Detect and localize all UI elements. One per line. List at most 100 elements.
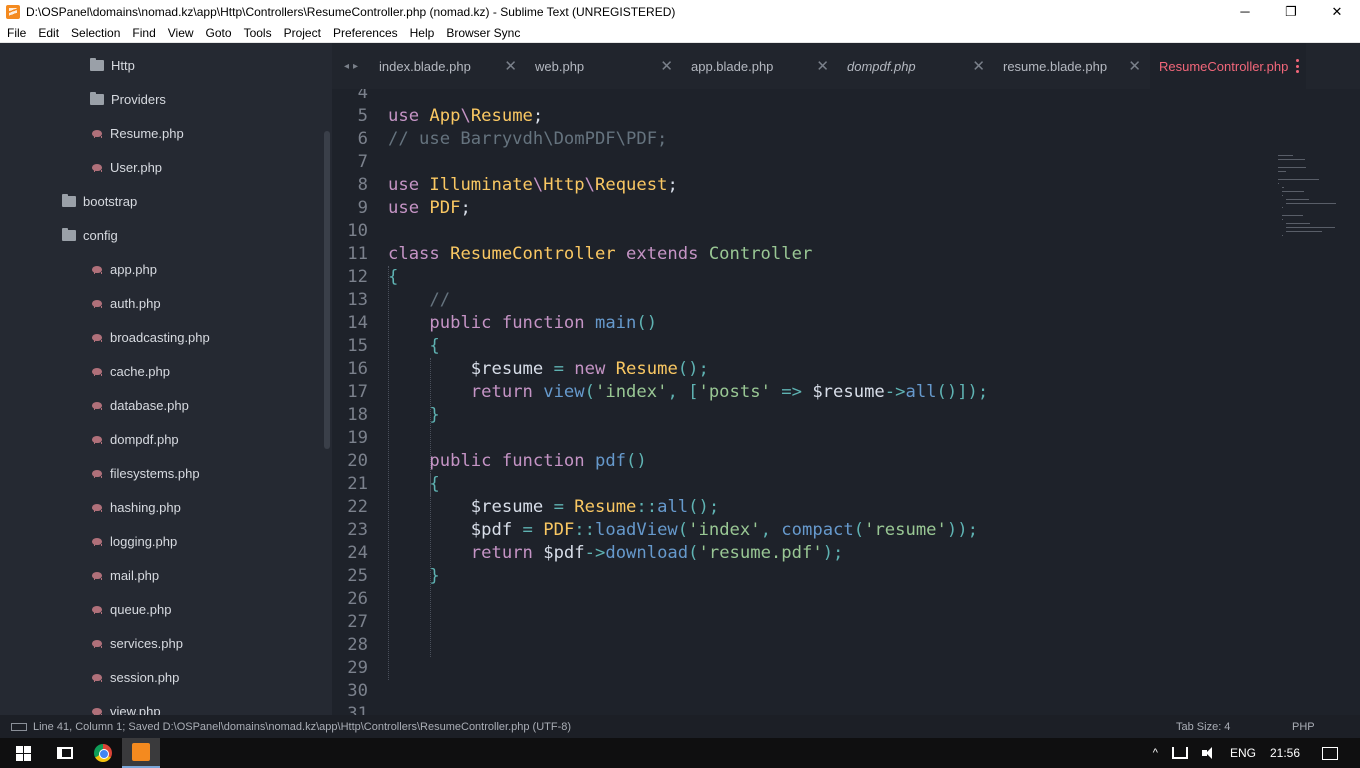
sidebar-item-label: mail.php: [110, 567, 160, 583]
menu-item-project[interactable]: Project: [278, 26, 327, 40]
menu-item-find[interactable]: Find: [126, 26, 161, 40]
line-number: 24: [347, 543, 368, 563]
minimap-line: [1278, 179, 1319, 180]
sidebar-file[interactable]: mail.php: [0, 558, 322, 592]
close-tab-icon[interactable]: ✕: [972, 57, 985, 75]
volume-icon[interactable]: [1201, 747, 1216, 759]
sidebar-file[interactable]: logging.php: [0, 524, 322, 558]
code-token: ;: [532, 106, 544, 126]
php-file-icon: [92, 367, 102, 376]
tab-resumecontroller-php[interactable]: ResumeController.php: [1150, 43, 1306, 89]
sublime-taskbar-button[interactable]: [122, 738, 160, 768]
sidebar-item-label: cache.php: [110, 363, 170, 379]
code-token: (: [853, 520, 865, 540]
folder-open-icon: [62, 227, 76, 241]
menu-item-tools[interactable]: Tools: [238, 26, 278, 40]
php-file-icon: [92, 673, 102, 682]
code-line: 30: [332, 680, 1262, 703]
tab-scroll-left-icon[interactable]: ◂: [344, 61, 349, 72]
code-token: public function: [429, 313, 595, 333]
sidebar-file[interactable]: session.php: [0, 660, 322, 694]
menu-item-goto[interactable]: Goto: [200, 26, 238, 40]
sidebar-file[interactable]: hashing.php: [0, 490, 322, 524]
sidebar-file[interactable]: filesystems.php: [0, 456, 322, 490]
code-line: 4: [332, 89, 1262, 105]
sidebar-file[interactable]: database.php: [0, 388, 322, 422]
sidebar-file[interactable]: User.php: [0, 150, 322, 184]
php-file-icon: [92, 435, 102, 444]
close-tab-icon[interactable]: ✕: [660, 57, 673, 75]
menu-item-help[interactable]: Help: [404, 26, 441, 40]
clock[interactable]: 21:56: [1270, 746, 1300, 760]
menu-item-selection[interactable]: Selection: [65, 26, 126, 40]
close-tab-icon[interactable]: ✕: [504, 57, 517, 75]
minimap[interactable]: [1270, 89, 1340, 236]
sidebar-file[interactable]: Resume.php: [0, 116, 322, 150]
sidebar-folder[interactable]: config: [0, 218, 322, 252]
menu-item-preferences[interactable]: Preferences: [327, 26, 404, 40]
code-token: class: [388, 244, 451, 264]
input-language[interactable]: ENG: [1230, 746, 1256, 760]
sidebar-file[interactable]: broadcasting.php: [0, 320, 322, 354]
tab-web-php[interactable]: web.php ✕: [526, 43, 682, 89]
code-line: 25 }: [332, 565, 1262, 588]
sidebar-file[interactable]: app.php: [0, 252, 322, 286]
tab-app-blade-php[interactable]: app.blade.php ✕: [682, 43, 838, 89]
code-token: 'index': [688, 520, 761, 540]
tab-resume-blade-php[interactable]: resume.blade.php ✕: [994, 43, 1150, 89]
network-icon[interactable]: [1171, 747, 1188, 759]
tab-scroll-right-icon[interactable]: ▸: [353, 61, 358, 72]
sidebar-file[interactable]: dompdf.php: [0, 422, 322, 456]
sidebar-item-label: logging.php: [110, 533, 178, 549]
sidebar-file[interactable]: view.php: [0, 694, 322, 715]
code-token: main: [594, 313, 637, 333]
task-view-button[interactable]: [46, 738, 84, 768]
sidebar-file[interactable]: queue.php: [0, 592, 322, 626]
sublime-text-icon: [6, 4, 20, 19]
menu-bar: File Edit Selection Find View Goto Tools Projec…: [0, 23, 1360, 43]
code-token: $pdf: [543, 543, 585, 563]
sidebar-file[interactable]: auth.php: [0, 286, 322, 320]
line-number: 9: [357, 198, 368, 218]
panel-toggle-icon[interactable]: [11, 722, 27, 731]
menu-item-browser-sync[interactable]: Browser Sync: [440, 26, 526, 40]
line-number: 31: [347, 704, 368, 715]
code-token: =>: [770, 382, 813, 402]
tab-index-blade-php[interactable]: index.blade.php ✕: [370, 43, 526, 89]
menu-item-file[interactable]: File: [0, 26, 32, 40]
maximize-button[interactable]: ❐: [1268, 0, 1314, 23]
sidebar-item-label: broadcasting.php: [110, 329, 210, 345]
menu-item-edit[interactable]: Edit: [32, 26, 65, 40]
start-button[interactable]: [0, 738, 46, 768]
sidebar-folder[interactable]: bootstrap: [0, 184, 322, 218]
tab-dompdf-php[interactable]: dompdf.php ✕: [838, 43, 994, 89]
sidebar-item-label: dompdf.php: [110, 431, 179, 447]
code-token: {: [388, 267, 399, 287]
syntax-indicator[interactable]: PHP: [1292, 721, 1315, 733]
close-button[interactable]: ✕: [1314, 0, 1360, 23]
chrome-taskbar-button[interactable]: [84, 738, 122, 768]
tray-overflow-icon[interactable]: ^: [1153, 747, 1158, 759]
sidebar-folder[interactable]: Http: [0, 48, 322, 82]
menu-item-view[interactable]: View: [162, 26, 200, 40]
code-token: ();: [677, 359, 709, 379]
sidebar-scrollbar[interactable]: [324, 131, 330, 449]
minimap-line: [1278, 167, 1306, 168]
minimize-button[interactable]: ─: [1222, 0, 1268, 23]
sidebar-file[interactable]: cache.php: [0, 354, 322, 388]
sidebar-folder[interactable]: Providers: [0, 82, 322, 116]
line-number: 28: [347, 635, 368, 655]
tab-menu-icon[interactable]: [1296, 59, 1300, 73]
code-token: return: [470, 382, 544, 402]
sidebar-file[interactable]: services.php: [0, 626, 322, 660]
php-file-icon: [92, 129, 102, 138]
notifications-icon[interactable]: [1322, 746, 1338, 760]
code-token: \: [460, 106, 471, 126]
tab-size-indicator[interactable]: Tab Size: 4: [1176, 721, 1230, 733]
close-tab-icon[interactable]: ✕: [816, 57, 829, 75]
code-token: App: [429, 106, 461, 126]
code-line: 28: [332, 634, 1262, 657]
close-tab-icon[interactable]: ✕: [1128, 57, 1141, 75]
code-token: Http: [543, 175, 585, 195]
code-editor[interactable]: 4 5 use App\Resume; 6// use Barryvdh\DomPDF…: [332, 89, 1360, 715]
